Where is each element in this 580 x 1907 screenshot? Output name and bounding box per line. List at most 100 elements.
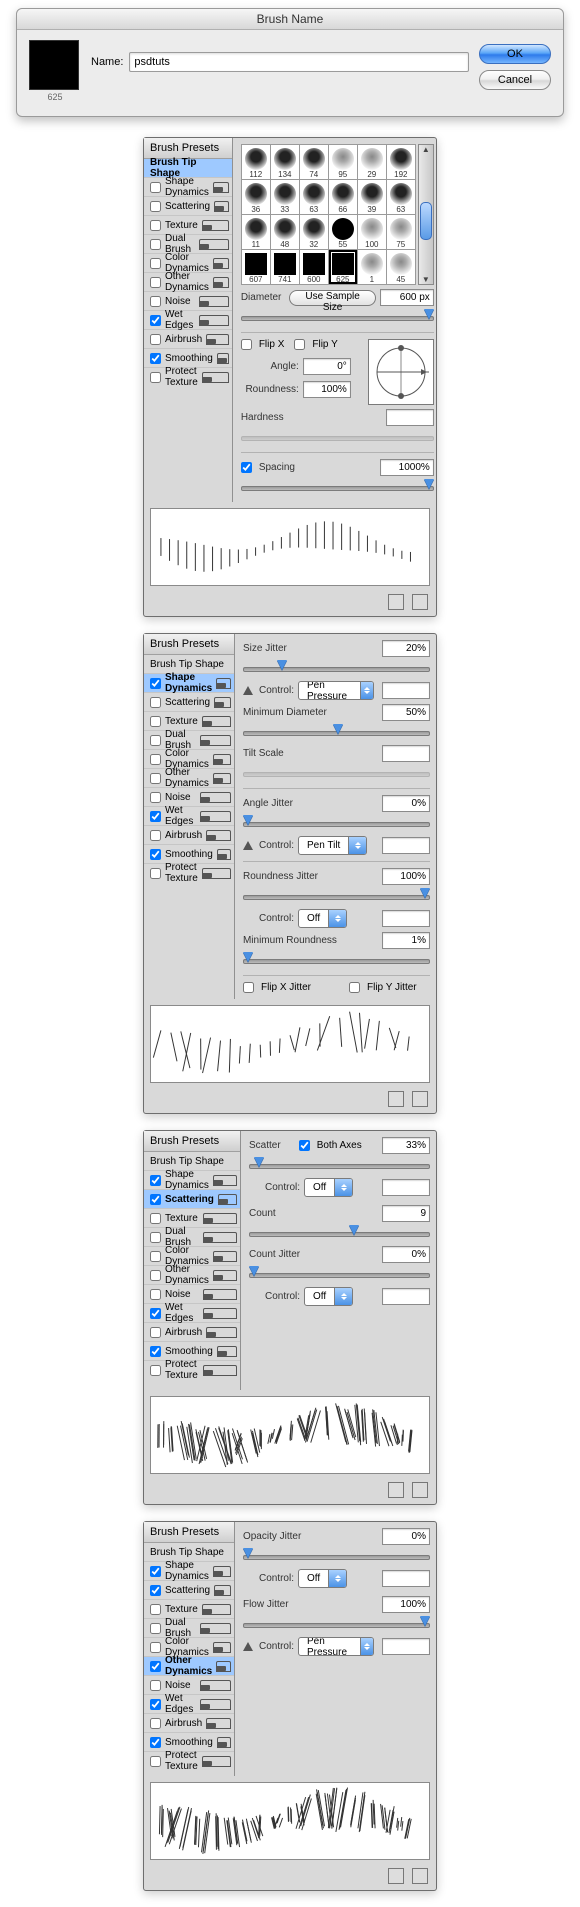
sidebar-item-other-dynamics[interactable]: Other Dynamics <box>144 769 234 788</box>
sidebar-item-protect-texture[interactable]: Protect Texture <box>144 864 234 882</box>
sidebar-checkbox[interactable] <box>150 1346 161 1357</box>
sidebar-checkbox[interactable] <box>150 811 161 822</box>
sidebar-checkbox[interactable] <box>150 1699 161 1710</box>
new-preset-icon[interactable] <box>388 1482 404 1498</box>
preset-cell[interactable]: 63 <box>300 180 328 214</box>
sidebar-checkbox[interactable] <box>150 1566 161 1577</box>
sidebar-checkbox[interactable] <box>150 334 161 345</box>
sidebar-checkbox[interactable] <box>150 1737 161 1748</box>
sidebar-item-scattering[interactable]: Scattering <box>144 197 232 216</box>
opacity-jitter-slider[interactable] <box>243 1551 430 1561</box>
flip-x-jitter-checkbox[interactable] <box>243 982 254 993</box>
sidebar-checkbox[interactable] <box>150 372 161 383</box>
spacing-input[interactable] <box>380 459 434 476</box>
sidebar-checkbox[interactable] <box>150 1270 161 1281</box>
sidebar-item-other-dynamics[interactable]: Other Dynamics <box>144 273 232 292</box>
trash-icon[interactable] <box>412 1868 428 1884</box>
sidebar-checkbox[interactable] <box>150 1365 161 1376</box>
preset-cell[interactable]: 36 <box>242 180 270 214</box>
roundness-control-select[interactable]: Off <box>298 909 347 928</box>
flow-jitter-slider[interactable] <box>243 1619 430 1629</box>
preset-cell[interactable]: 95 <box>329 145 357 179</box>
preset-cell[interactable]: 33 <box>271 180 299 214</box>
sidebar-checkbox[interactable] <box>150 849 161 860</box>
flip-x-checkbox[interactable] <box>241 339 252 350</box>
preset-cell[interactable]: 741 <box>271 250 299 284</box>
sidebar-checkbox[interactable] <box>150 1604 161 1615</box>
count-jitter-input[interactable] <box>382 1246 430 1263</box>
size-jitter-input[interactable] <box>382 640 430 657</box>
preset-cell[interactable]: 55 <box>329 215 357 249</box>
count-input[interactable] <box>382 1205 430 1222</box>
sidebar-item-shape-dynamics[interactable]: Shape Dynamics <box>144 1171 240 1190</box>
sidebar-header[interactable]: Brush Presets <box>144 138 232 159</box>
sidebar-item-protect-texture[interactable]: Protect Texture <box>144 368 232 386</box>
roundness-jitter-input[interactable] <box>382 868 430 885</box>
sidebar-item-scattering[interactable]: Scattering <box>144 1581 234 1600</box>
sidebar-checkbox[interactable] <box>150 773 161 784</box>
opacity-control-select[interactable]: Off <box>298 1569 347 1588</box>
sidebar-checkbox[interactable] <box>150 258 161 269</box>
preset-cell[interactable]: 625 <box>329 250 357 284</box>
name-input[interactable] <box>129 52 469 72</box>
sidebar-item-scattering[interactable]: Scattering <box>144 693 234 712</box>
sidebar-item-shape-dynamics[interactable]: Shape Dynamics <box>144 674 234 693</box>
sidebar-checkbox[interactable] <box>150 1680 161 1691</box>
sidebar-checkbox[interactable] <box>150 754 161 765</box>
cancel-button[interactable]: Cancel <box>479 70 551 90</box>
size-control-select[interactable]: Pen Pressure <box>298 681 374 700</box>
sidebar-item-airbrush[interactable]: Airbrush <box>144 1714 234 1733</box>
sidebar-checkbox[interactable] <box>150 1718 161 1729</box>
count-jitter-control-select[interactable]: Off <box>304 1287 353 1306</box>
trash-icon[interactable] <box>412 1482 428 1498</box>
sidebar-checkbox[interactable] <box>150 716 161 727</box>
sidebar-checkbox[interactable] <box>150 182 161 193</box>
new-preset-icon[interactable] <box>388 1868 404 1884</box>
sidebar-item-other-dynamics[interactable]: Other Dynamics <box>144 1657 234 1676</box>
preset-cell[interactable]: 75 <box>387 215 415 249</box>
sidebar-checkbox[interactable] <box>150 1232 161 1243</box>
angle-control-select[interactable]: Pen Tilt <box>298 836 367 855</box>
min-diameter-input[interactable] <box>382 704 430 721</box>
flip-y-jitter-checkbox[interactable] <box>349 982 360 993</box>
preset-cell[interactable]: 74 <box>300 145 328 179</box>
sidebar-item-airbrush[interactable]: Airbrush <box>144 330 232 349</box>
sidebar-checkbox[interactable] <box>150 1251 161 1262</box>
ok-button[interactable]: OK <box>479 44 551 64</box>
sidebar-item-airbrush[interactable]: Airbrush <box>144 826 234 845</box>
sidebar-item-wet-edges[interactable]: Wet Edges <box>144 1304 240 1323</box>
sidebar-checkbox[interactable] <box>150 697 161 708</box>
flip-y-checkbox[interactable] <box>294 339 305 350</box>
sidebar-checkbox[interactable] <box>150 1213 161 1224</box>
flow-jitter-input[interactable] <box>382 1596 430 1613</box>
min-diameter-slider[interactable] <box>243 727 430 737</box>
scatter-slider[interactable] <box>249 1160 430 1170</box>
scatter-input[interactable] <box>382 1137 430 1154</box>
spacing-slider[interactable] <box>241 482 434 492</box>
preset-cell[interactable]: 600 <box>300 250 328 284</box>
sidebar-header[interactable]: Brush Presets <box>144 634 234 655</box>
preset-cell[interactable]: 39 <box>358 180 386 214</box>
preset-cell[interactable]: 63 <box>387 180 415 214</box>
sidebar-checkbox[interactable] <box>150 220 161 231</box>
count-jitter-slider[interactable] <box>249 1269 430 1279</box>
trash-icon[interactable] <box>412 594 428 610</box>
sidebar-checkbox[interactable] <box>150 868 161 879</box>
sidebar-checkbox[interactable] <box>150 1642 161 1653</box>
preset-cell[interactable]: 134 <box>271 145 299 179</box>
min-roundness-slider[interactable] <box>243 955 430 965</box>
preset-cell[interactable]: 1 <box>358 250 386 284</box>
preset-cell[interactable]: 607 <box>242 250 270 284</box>
sidebar-checkbox[interactable] <box>150 353 161 364</box>
diameter-input[interactable] <box>380 289 434 306</box>
sidebar-header[interactable]: Brush Presets <box>144 1522 234 1543</box>
sidebar-checkbox[interactable] <box>150 201 161 212</box>
sidebar-checkbox[interactable] <box>150 1175 161 1186</box>
sidebar-checkbox[interactable] <box>150 239 161 250</box>
sidebar-checkbox[interactable] <box>150 296 161 307</box>
sidebar-item-wet-edges[interactable]: Wet Edges <box>144 1695 234 1714</box>
sidebar-item-protect-texture[interactable]: Protect Texture <box>144 1361 240 1379</box>
sidebar-checkbox[interactable] <box>150 1327 161 1338</box>
sidebar-checkbox[interactable] <box>150 792 161 803</box>
sidebar-checkbox[interactable] <box>150 1194 161 1205</box>
